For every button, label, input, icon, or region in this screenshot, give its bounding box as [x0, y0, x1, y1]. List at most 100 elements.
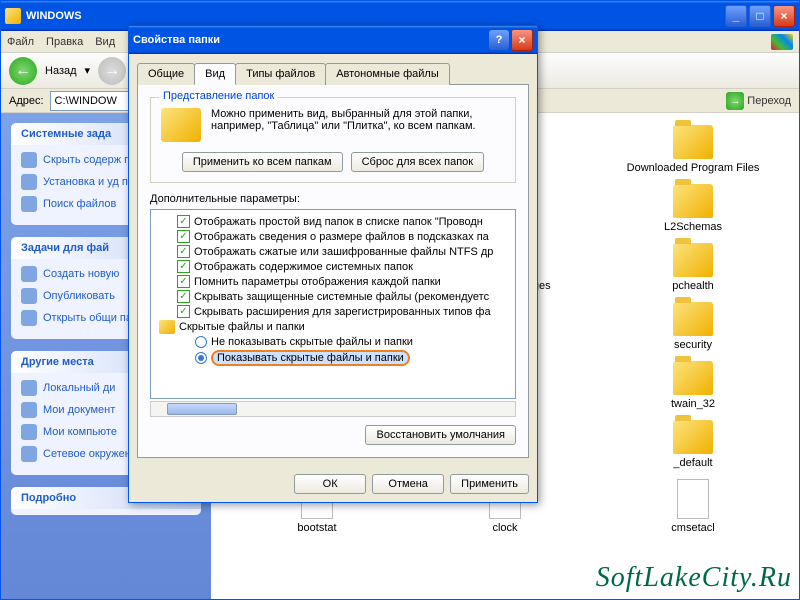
checkbox-icon[interactable]: ✓ [177, 230, 190, 243]
tree-item[interactable]: Показывать скрытые файлы и папки [155, 349, 511, 367]
tree-label: Помнить параметры отображения каждой пап… [194, 276, 441, 288]
folder-options-dialog: Свойства папки ? × Общие Вид Типы файлов… [128, 25, 538, 503]
window-controls: _ □ × [725, 5, 795, 27]
folder-icon [673, 420, 713, 454]
dialog-title: Свойства папки [133, 34, 220, 46]
tab-file-types[interactable]: Типы файлов [235, 63, 326, 85]
folder-label: security [674, 339, 712, 351]
radio-icon[interactable] [195, 336, 207, 348]
folder-views-group: Представление папок Можно применить вид,… [150, 97, 516, 183]
folder-icon [673, 361, 713, 395]
place-icon [21, 446, 37, 462]
tree-label: Скрывать защищенные системные файлы (рек… [194, 291, 489, 303]
tab-offline[interactable]: Автономные файлы [325, 63, 450, 85]
back-label[interactable]: Назад [45, 65, 77, 77]
apply-all-button[interactable]: Применить ко всем папкам [182, 152, 343, 172]
folder-label: _default [673, 457, 712, 469]
tree-item[interactable]: ✓ Скрывать расширения для зарегистрирован… [155, 304, 511, 319]
folder-label: cmsetacl [671, 522, 714, 534]
close-button[interactable]: × [773, 5, 795, 27]
tree-item[interactable]: ✓ Помнить параметры отображения каждой па… [155, 274, 511, 289]
checkbox-icon[interactable]: ✓ [177, 215, 190, 228]
ok-button[interactable]: ОК [294, 474, 366, 494]
folder-icon [159, 320, 175, 334]
dialog-buttons: ОК Отмена Применить [129, 466, 537, 502]
folder-label: pchealth [672, 280, 714, 292]
reset-all-button[interactable]: Сброс для всех папок [351, 152, 485, 172]
forward-button[interactable]: → [98, 57, 126, 85]
advanced-label: Дополнительные параметры: [150, 193, 516, 205]
tree-item[interactable]: Скрытые файлы и папки [155, 319, 511, 335]
folder-icon [673, 243, 713, 277]
menu-edit[interactable]: Правка [46, 36, 83, 48]
task-icon [21, 288, 37, 304]
go-button[interactable]: → Переход [726, 92, 791, 110]
tab-general[interactable]: Общие [137, 63, 195, 85]
horizontal-scrollbar[interactable] [150, 401, 516, 417]
go-label: Переход [747, 95, 791, 107]
maximize-button[interactable]: □ [749, 5, 771, 27]
scroll-thumb[interactable] [167, 403, 237, 415]
tree-item[interactable]: ✓ Отображать простой вид папок в списке п… [155, 214, 511, 229]
window-title: WINDOWS [26, 10, 82, 22]
task-icon [21, 196, 37, 212]
folder-item[interactable]: Downloaded Program Files [599, 125, 787, 174]
tree-label: Показывать скрытые файлы и папки [211, 350, 410, 366]
folder-icon [673, 302, 713, 336]
menu-view[interactable]: Вид [95, 36, 115, 48]
checkbox-icon[interactable]: ✓ [177, 290, 190, 303]
help-button[interactable]: ? [489, 30, 509, 50]
folder-label: bootstat [297, 522, 336, 534]
folder-icon [673, 184, 713, 218]
checkbox-icon[interactable]: ✓ [177, 275, 190, 288]
dialog-title-bar: Свойства папки ? × [129, 26, 537, 54]
tab-body: Представление папок Можно применить вид,… [137, 84, 529, 458]
folder-item[interactable]: twain_32 [599, 361, 787, 410]
tab-view[interactable]: Вид [194, 63, 236, 85]
folder-item[interactable]: L2Schemas [599, 184, 787, 233]
back-button[interactable]: ← [9, 57, 37, 85]
task-icon [21, 152, 37, 168]
checkbox-icon[interactable]: ✓ [177, 305, 190, 318]
checkbox-icon[interactable]: ✓ [177, 260, 190, 273]
tree-label: Не показывать скрытые файлы и папки [211, 336, 413, 348]
folder-label: Downloaded Program Files [627, 162, 760, 174]
apply-button[interactable]: Применить [450, 474, 529, 494]
file-icon [677, 479, 709, 519]
tree-label: Отображать сжатые или зашифрованные файл… [194, 246, 493, 258]
tree-item[interactable]: ✓ Отображать содержимое системных папок [155, 259, 511, 274]
place-icon [21, 402, 37, 418]
folder-label: twain_32 [671, 398, 715, 410]
folder-item[interactable]: security [599, 302, 787, 351]
group-legend: Представление папок [159, 90, 278, 102]
folder-item[interactable]: cmsetacl [599, 479, 787, 534]
tree-label: Отображать содержимое системных папок [194, 261, 413, 273]
place-icon [21, 424, 37, 440]
tree-item[interactable]: ✓ Скрывать защищенные системные файлы (ре… [155, 289, 511, 304]
cancel-button[interactable]: Отмена [372, 474, 444, 494]
tree-item[interactable]: Не показывать скрытые файлы и папки [155, 335, 511, 349]
watermark: SoftLakeCity.Ru [596, 562, 792, 594]
task-icon [21, 174, 37, 190]
dialog-close-button[interactable]: × [511, 29, 533, 51]
minimize-button[interactable]: _ [725, 5, 747, 27]
dropdown-icon[interactable]: ▾ [85, 64, 91, 77]
tree-item[interactable]: ✓Отображать сведения о размере файлов в … [155, 229, 511, 244]
tree-label: Отображать простой вид папок в списке па… [194, 216, 483, 228]
task-icon [21, 310, 37, 326]
group-text: Можно применить вид, выбранный для этой … [211, 108, 505, 132]
folder-item[interactable]: pchealth [599, 243, 787, 292]
folder-item[interactable]: _default [599, 420, 787, 469]
tree-label: Скрывать расширения для зарегистрированн… [194, 306, 491, 318]
tree-label: Скрытые файлы и папки [179, 321, 305, 333]
go-arrow-icon: → [726, 92, 744, 110]
tree-item[interactable]: ✓ Отображать сжатые или зашифрованные фай… [155, 244, 511, 259]
advanced-tree[interactable]: ✓ Отображать простой вид папок в списке п… [150, 209, 516, 399]
restore-defaults-button[interactable]: Восстановить умолчания [365, 425, 516, 445]
address-label: Адрес: [9, 95, 44, 107]
radio-icon[interactable] [195, 352, 207, 364]
folder-icon [5, 8, 21, 24]
checkbox-icon[interactable]: ✓ [177, 245, 190, 258]
menu-file[interactable]: Файл [7, 36, 34, 48]
folder-label: clock [492, 522, 517, 534]
